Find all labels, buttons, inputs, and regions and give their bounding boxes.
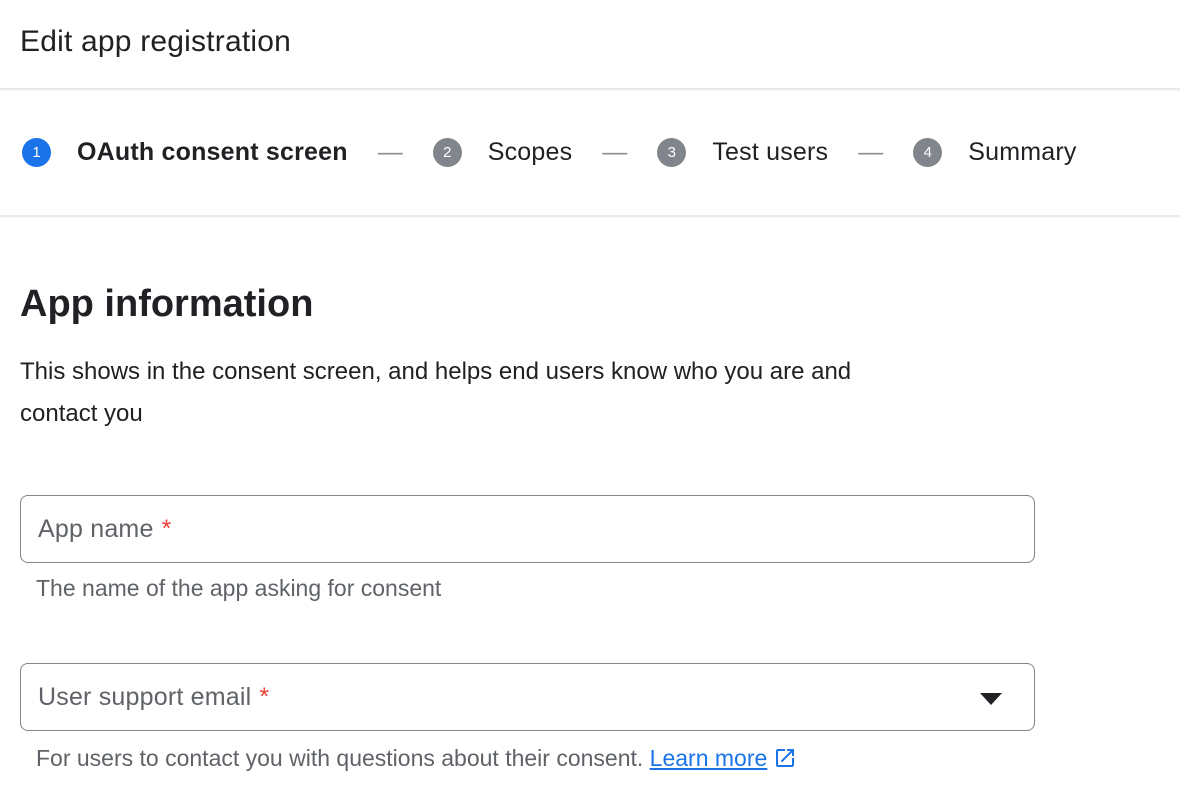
required-asterisk: * <box>259 683 269 712</box>
user-support-email-helper: For users to contact you with questions … <box>36 743 1160 773</box>
external-link-icon <box>773 746 797 770</box>
required-asterisk: * <box>162 515 172 544</box>
step-summary[interactable]: 4 Summary <box>913 138 1076 167</box>
step-3-label: Test users <box>712 138 828 167</box>
user-support-email-select[interactable]: User support email * <box>20 663 1035 731</box>
helper-text: For users to contact you with questions … <box>36 745 643 771</box>
dropdown-arrow-icon <box>980 693 1002 705</box>
app-name-label: App name <box>38 515 154 544</box>
step-4-badge: 4 <box>913 138 942 167</box>
step-separator: — <box>858 138 883 167</box>
step-3-badge: 3 <box>657 138 686 167</box>
app-name-helper: The name of the app asking for consent <box>36 573 1160 603</box>
step-4-label: Summary <box>968 138 1076 167</box>
main-content: App information This shows in the consen… <box>0 281 1180 773</box>
page-header: Edit app registration <box>0 0 1180 60</box>
step-oauth-consent-screen[interactable]: 1 OAuth consent screen <box>22 138 348 167</box>
step-1-badge: 1 <box>22 138 51 167</box>
step-2-label: Scopes <box>488 138 573 167</box>
section-description: This shows in the consent screen, and he… <box>20 351 920 435</box>
page-title: Edit app registration <box>20 24 1160 60</box>
learn-more-link[interactable]: Learn more <box>650 745 768 771</box>
step-separator: — <box>602 138 627 167</box>
step-separator: — <box>378 138 403 167</box>
user-support-email-label: User support email <box>38 683 251 712</box>
section-heading: App information <box>20 281 1160 327</box>
step-2-badge: 2 <box>433 138 462 167</box>
stepper-divider <box>0 215 1180 217</box>
step-1-label: OAuth consent screen <box>77 138 348 167</box>
stepper: 1 OAuth consent screen — 2 Scopes — 3 Te… <box>0 90 1180 215</box>
app-name-input[interactable]: App name * <box>20 495 1035 563</box>
step-scopes[interactable]: 2 Scopes <box>433 138 573 167</box>
step-test-users[interactable]: 3 Test users <box>657 138 828 167</box>
